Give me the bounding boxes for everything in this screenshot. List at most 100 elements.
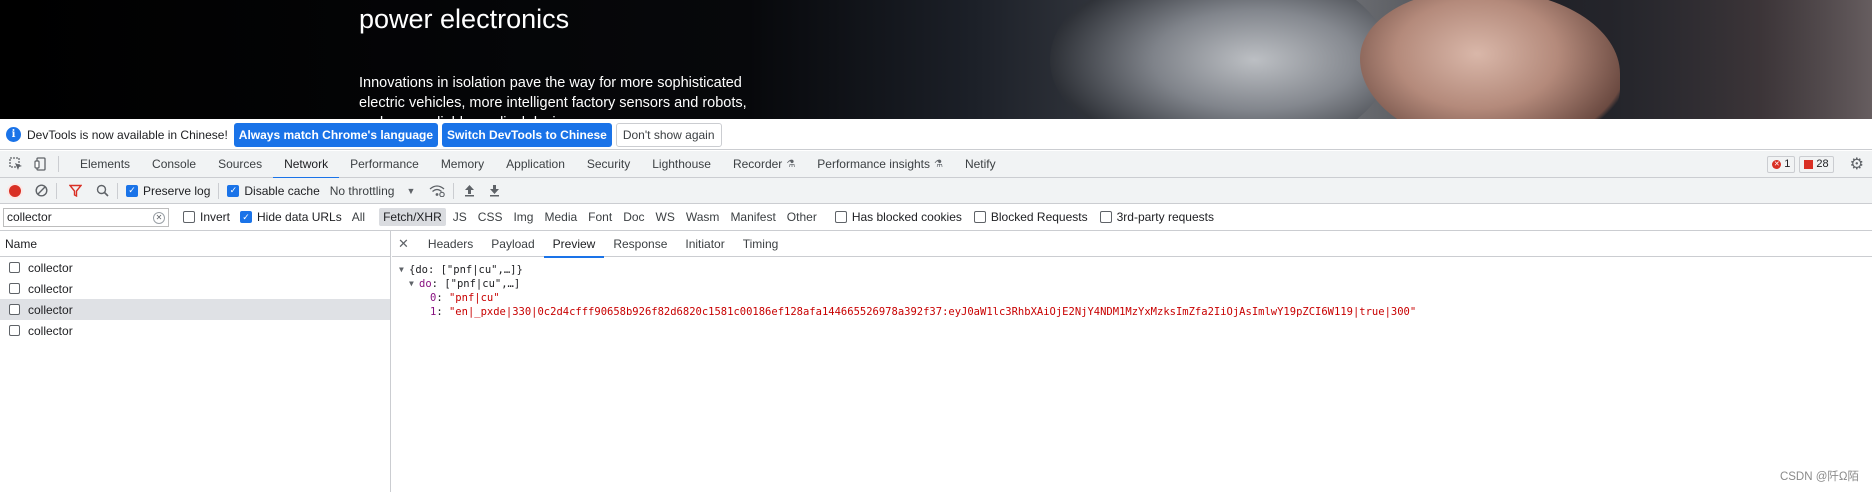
export-har-icon[interactable] — [489, 184, 500, 197]
tab-elements[interactable]: Elements — [69, 151, 141, 178]
tab-console[interactable]: Console — [141, 151, 207, 178]
checkbox-checked-icon: ✓ — [126, 184, 138, 197]
json-key: do — [419, 278, 432, 290]
error-counter-badge[interactable]: ✕ 1 — [1767, 155, 1796, 173]
import-har-icon[interactable] — [464, 184, 475, 197]
request-list-header[interactable]: Name — [0, 231, 390, 257]
json-item-line: 0: "pnf|cu" — [399, 291, 1872, 305]
has-blocked-cookies-checkbox[interactable]: Has blocked cookies — [834, 210, 962, 224]
close-icon[interactable]: ✕ — [398, 236, 409, 252]
json-item-line: 1: "en|_pxde|330|0c2d4cfff90658b926f82d6… — [399, 305, 1872, 319]
tab-performance[interactable]: Performance — [339, 151, 430, 178]
invert-checkbox[interactable]: Invert — [183, 210, 230, 224]
settings-gear-icon[interactable]: ⚙ — [1850, 154, 1864, 174]
request-row[interactable]: collector — [0, 278, 390, 299]
request-row-selected[interactable]: collector — [0, 299, 390, 320]
type-filter-manifest[interactable]: Manifest — [726, 208, 779, 226]
type-filter-other[interactable]: Other — [783, 208, 821, 226]
hero-paragraph: Innovations in isolation pave the way fo… — [359, 75, 747, 119]
inspect-element-icon[interactable] — [7, 155, 25, 173]
network-conditions-icon[interactable] — [429, 184, 446, 197]
checkbox-checked-icon: ✓ — [240, 211, 253, 223]
type-filter-ws[interactable]: WS — [652, 208, 679, 226]
issues-flag-icon — [1804, 159, 1814, 169]
csdn-watermark: CSDN @阡Ω陌 — [1779, 471, 1859, 483]
throttling-value: No throttling — [329, 183, 395, 198]
throttling-select[interactable]: No throttling ▼ — [330, 184, 416, 198]
blocked-requests-checkbox[interactable]: Blocked Requests — [973, 210, 1088, 224]
type-filter-media[interactable]: Media — [540, 208, 581, 226]
detail-tabbar: ✕ Headers Payload Preview Response Initi… — [392, 231, 1872, 258]
invert-label: Invert — [200, 210, 231, 224]
request-name: collector — [28, 323, 73, 338]
disable-cache-checkbox[interactable]: ✓ Disable cache — [227, 183, 320, 198]
disable-cache-label: Disable cache — [244, 183, 320, 198]
hide-data-urls-label: Hide data URLs — [257, 210, 342, 224]
json-root-line[interactable]: ▼ {do: ["pnf|cu",…]} — [399, 263, 1872, 277]
tab-security[interactable]: Security — [576, 151, 641, 178]
tab-performance-insights[interactable]: Performance insights ⚗ — [806, 151, 954, 178]
type-filter-font[interactable]: Font — [584, 208, 616, 226]
tabbar-right-group: ✕ 1 28 ⚙ — [1767, 154, 1872, 174]
request-name: collector — [28, 281, 73, 296]
type-filter-css[interactable]: CSS — [474, 208, 507, 226]
type-filter-all[interactable]: All — [348, 208, 369, 226]
json-do-line[interactable]: ▼ do: ["pnf|cu",…] — [399, 277, 1872, 291]
tab-preview[interactable]: Preview — [543, 231, 605, 258]
type-filter-wasm[interactable]: Wasm — [682, 208, 724, 226]
record-icon[interactable] — [9, 184, 21, 197]
experiment-flask-icon: ⚗ — [786, 158, 796, 170]
search-icon[interactable] — [96, 184, 109, 197]
json-root-summary: {do: ["pnf|cu",…]} — [409, 264, 523, 276]
page-hero-banner: power electronics Innovations in isolati… — [0, 0, 1872, 119]
tab-response[interactable]: Response — [604, 231, 676, 257]
request-list-panel: Name collector collector collector colle… — [0, 231, 391, 492]
tab-lighthouse[interactable]: Lighthouse — [641, 151, 722, 178]
error-icon: ✕ — [1772, 159, 1782, 169]
request-detail-panel: ✕ Headers Payload Preview Response Initi… — [392, 231, 1872, 492]
has-blocked-cookies-label: Has blocked cookies — [851, 210, 962, 224]
type-filter-img[interactable]: Img — [509, 208, 537, 226]
expand-triangle-icon: ▼ — [409, 279, 414, 288]
tab-headers[interactable]: Headers — [419, 231, 482, 257]
tab-recorder[interactable]: Recorder ⚗ — [722, 151, 806, 178]
filter-icon[interactable] — [69, 184, 82, 197]
json-preview: ▼ {do: ["pnf|cu",…]} ▼ do: ["pnf|cu",…] 0:… — [392, 257, 1872, 319]
type-filter-doc[interactable]: Doc — [619, 208, 648, 226]
expand-triangle-icon: ▼ — [399, 265, 404, 274]
request-row[interactable]: collector — [0, 320, 390, 341]
checkbox-unchecked-icon — [9, 304, 20, 315]
switch-to-chinese-button[interactable]: Switch DevTools to Chinese — [442, 122, 612, 147]
tab-payload[interactable]: Payload — [482, 231, 543, 257]
network-toolbar: ✓ Preserve log ✓ Disable cache No throttli… — [0, 178, 1872, 204]
clear-icon[interactable] — [35, 184, 48, 197]
type-filter-fetch-xhr[interactable]: Fetch/XHR — [379, 208, 446, 226]
filter-input[interactable]: collector ✕ — [3, 207, 169, 227]
type-filter-js[interactable]: JS — [449, 208, 471, 226]
devtools-main-tabbar: Elements Console Sources Network Perform… — [0, 151, 1872, 179]
tab-memory[interactable]: Memory — [430, 151, 495, 178]
hero-image-hand — [1360, 0, 1620, 119]
preserve-log-checkbox[interactable]: ✓ Preserve log — [126, 184, 210, 198]
json-colon: : — [436, 306, 449, 318]
hide-data-urls-checkbox[interactable]: ✓ Hide data URLs — [240, 210, 342, 224]
tab-netify[interactable]: Netify — [954, 151, 1007, 178]
checkbox-unchecked-icon — [9, 262, 20, 273]
tab-sources[interactable]: Sources — [207, 151, 273, 178]
tabbar-separator — [58, 156, 59, 172]
tab-application[interactable]: Application — [495, 151, 576, 178]
devtools-language-infobar: i DevTools is now available in Chinese! … — [0, 120, 1872, 150]
tab-initiator[interactable]: Initiator — [676, 231, 733, 257]
third-party-requests-checkbox[interactable]: 3rd-party requests — [1099, 210, 1214, 224]
checkbox-unchecked-icon — [9, 283, 20, 294]
request-row[interactable]: collector — [0, 257, 390, 278]
tab-timing[interactable]: Timing — [734, 231, 788, 257]
issues-counter-badge[interactable]: 28 — [1799, 155, 1834, 173]
always-match-language-button[interactable]: Always match Chrome's language — [233, 122, 439, 147]
toolbar-separator — [117, 182, 118, 199]
clear-filter-icon[interactable]: ✕ — [153, 211, 165, 224]
info-icon: i — [6, 127, 21, 142]
tab-network[interactable]: Network — [273, 151, 340, 179]
device-toolbar-icon[interactable] — [32, 155, 50, 173]
dont-show-again-button[interactable]: Don't show again — [615, 122, 722, 147]
